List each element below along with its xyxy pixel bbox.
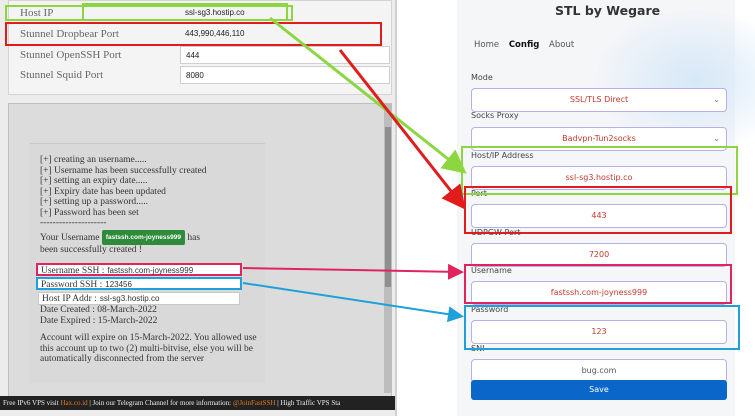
username-ssh-value: fastssh.com-joyness999	[107, 266, 194, 275]
server-row-host-ip: Host IP ssl-sg3.hostip.co	[10, 4, 380, 25]
password-label: Password	[471, 305, 509, 314]
log-line: [+] creating an username.....	[40, 155, 147, 165]
log-line: [+] Expiry date has been updated	[40, 186, 166, 197]
account-dates: Date Created : 08-March-2022 Date Expire…	[40, 305, 157, 327]
server-row-value: ssl-sg3.hostip.co	[185, 8, 245, 17]
chevron-down-icon: ⌄	[713, 134, 720, 143]
scrollbar[interactable]	[384, 103, 392, 393]
mode-select-value: SSL/TLS Direct	[569, 95, 629, 104]
server-row-value: 8080	[180, 66, 390, 84]
server-row-key: Stunnel Dropbear Port	[20, 28, 119, 40]
ticker-suffix: | High Traffic VPS Sta	[277, 399, 341, 407]
tab-home[interactable]: Home	[474, 40, 499, 50]
panel-divider	[395, 0, 397, 416]
ticker-link-telegram[interactable]: @JoinFastSSH	[233, 399, 276, 407]
nav-tabs: Home Config About	[474, 40, 581, 50]
chevron-down-icon: ⌄	[713, 95, 720, 104]
username-ssh-field: Username SSH : fastssh.com-joyness999	[36, 263, 242, 276]
server-row-key: Stunnel OpenSSH Port	[20, 49, 122, 61]
fastssh-account-page: Host IP ssl-sg3.hostip.co Stunnel Dropbe…	[0, 0, 395, 416]
host-ip-field: Host IP Addr : ssl-sg3.hostip.co	[38, 292, 240, 305]
server-row-key: Stunnel Squid Port	[20, 69, 104, 81]
ticker-link-hax[interactable]: Hax.co.id	[60, 399, 87, 407]
ticker-middle: | Join our Telegram Channel for more inf…	[89, 399, 232, 407]
server-row-key: Host IP	[20, 7, 54, 19]
password-ssh-field: Password SSH :123456	[36, 277, 242, 290]
username-input[interactable]: fastssh.com-joyness999	[471, 281, 727, 305]
scrollbar-thumb[interactable]	[385, 127, 391, 287]
password-ssh-label: Password SSH :	[41, 280, 103, 290]
host-ip-address-input[interactable]: ssl-sg3.hostip.co	[471, 166, 727, 190]
tab-about[interactable]: About	[549, 40, 574, 50]
mode-select[interactable]: SSL/TLS Direct ⌄	[471, 88, 727, 112]
socks-proxy-select[interactable]: Badvpn-Tun2socks ⌄	[471, 127, 727, 151]
username-ssh-label: Username SSH :	[41, 266, 105, 276]
log-line: [+] Username has been successfully creat…	[40, 165, 207, 176]
sni-label: SNI	[471, 344, 485, 353]
socks-proxy-label: Socks Proxy	[471, 111, 519, 120]
username-prefix: Your Username	[40, 233, 100, 243]
mode-label: Mode	[471, 73, 493, 82]
app-title: STL by Wegare	[555, 3, 661, 18]
log-line: [+] setting an expiry date.....	[40, 176, 148, 186]
host-ip-address-label: Host/IP Address	[471, 151, 534, 160]
stl-app-panel: STL by Wegare Home Config About Mode SSL…	[395, 0, 755, 416]
password-input[interactable]: 123	[471, 320, 727, 344]
date-created: Date Created : 08-March-2022	[40, 305, 157, 315]
password-ssh-value: 123456	[105, 280, 132, 289]
udpgw-port-input[interactable]: 7200	[471, 243, 727, 267]
port-input[interactable]: 443	[471, 204, 727, 228]
server-row-value: 444	[180, 46, 390, 64]
announcement-ticker: Free IPv6 VPS visit Hax.co.id | Join our…	[0, 396, 395, 410]
ticker-prefix: Free IPv6 VPS visit	[3, 399, 59, 407]
server-row-value: 443,990,446,110	[185, 29, 245, 38]
expiry-note: Account will expire on 15-March-2022. Yo…	[40, 333, 257, 364]
udpgw-port-label: UDPGW Port	[471, 228, 521, 237]
server-row-dropbear-port: Stunnel Dropbear Port 443,990,446,110	[10, 25, 380, 46]
log-line: ---------------------	[40, 218, 107, 228]
host-ip-label: Host IP Addr :	[42, 294, 97, 304]
socks-proxy-value: Badvpn-Tun2socks	[562, 134, 636, 143]
server-row-squid-port: Stunnel Squid Port 8080	[10, 66, 390, 87]
host-ip-value: ssl-sg3.hostip.co	[99, 294, 160, 303]
username-label: Username	[471, 266, 512, 275]
server-row-openssh-port: Stunnel OpenSSH Port 444	[10, 46, 390, 67]
username-badge: fastssh.com-joyness999	[101, 230, 185, 245]
username-created-message: Your Username fastssh.com-joyness999 has…	[40, 230, 220, 256]
account-log: [+] creating an username..... [+] Userna…	[40, 155, 207, 229]
log-line: [+] setting up a password.....	[40, 197, 148, 207]
save-button[interactable]: Save	[471, 380, 727, 400]
port-label: Port	[471, 189, 487, 198]
log-line: [+] Password has been set	[40, 207, 139, 218]
date-expired: Date Expired : 15-March-2022	[40, 316, 158, 326]
tab-config[interactable]: Config	[509, 40, 540, 50]
